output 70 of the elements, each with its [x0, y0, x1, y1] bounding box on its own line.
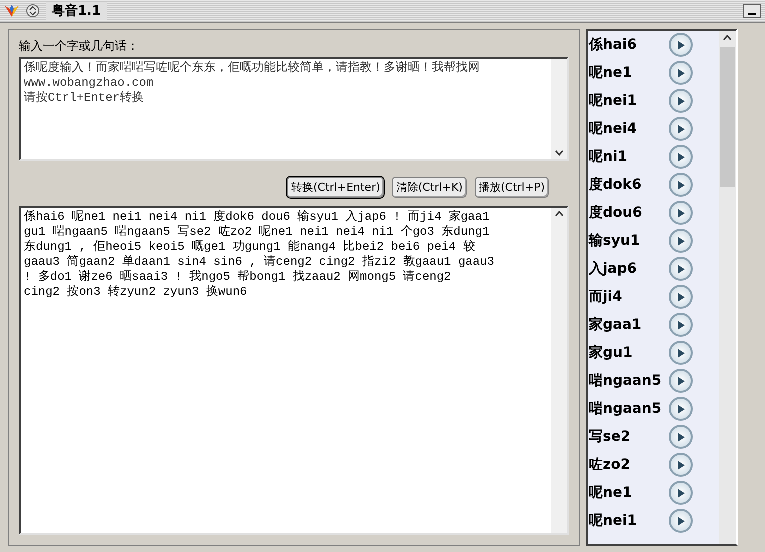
play-icon	[677, 488, 685, 498]
play-icon	[677, 124, 685, 134]
play-icon	[677, 96, 685, 106]
scroll-down-icon[interactable]	[554, 150, 564, 156]
scroll-thumb[interactable]	[720, 47, 735, 187]
syllable-label: 家gaa1	[589, 316, 642, 334]
syllable-label: 咗zo2	[589, 456, 631, 474]
menu-icon[interactable]	[26, 4, 40, 18]
syllable-label: 呢nei1	[589, 512, 638, 530]
window-title: 粤音1.1	[46, 2, 108, 20]
syllable-label: 入jap6	[589, 260, 638, 278]
play-icon	[677, 68, 685, 78]
play-button[interactable]	[669, 397, 693, 421]
play-button[interactable]	[669, 145, 693, 169]
syllable-label: 呢nei1	[589, 92, 638, 110]
play-icon	[677, 460, 685, 470]
play-icon	[677, 404, 685, 414]
syllable-label: 係hai6	[589, 36, 637, 54]
play-button[interactable]	[669, 453, 693, 477]
syllable-label: 输syu1	[589, 232, 640, 250]
syllable-label: 呢nei4	[589, 120, 638, 138]
play-icon	[677, 40, 685, 50]
play-button[interactable]	[669, 369, 693, 393]
play-button[interactable]	[669, 61, 693, 85]
play-button[interactable]	[669, 285, 693, 309]
play-icon	[677, 292, 685, 302]
play-icon	[677, 376, 685, 386]
output-field[interactable]: 係hai6 呢ne1 nei1 nei4 ni1 度dok6 dou6 输syu1 入jap6 ! 而ji4 家gaa1 gu1 啱ngaan5 啱ngaan5 写se2 咗zo2 呢ne1 nei1 nei4 ni1 个go3 东dung1 东dung1 , 佢heoi5 keoi5 嘅ge1 功gung1 能nang4 比bei2 bei6 pei4 较 gaau3 简gaan2 单daan1 sin4 sin6 , 请ceng2 cing2 指zi2 教gaau1 gaau3 ! 多do1 谢ze6 晒saai3 ! 我ngo5 帮bong1 找zaau2 网mong5 请ceng2 cing2 按on3 转zyun2 zyun3 换wun6	[19, 206, 569, 535]
scroll-up-icon[interactable]	[554, 210, 564, 217]
play-icon	[677, 236, 685, 246]
syllable-label: 呢ni1	[589, 148, 628, 166]
play-icon	[677, 516, 685, 526]
syllable-label: 度dok6	[589, 176, 642, 194]
scroll-up-icon[interactable]	[723, 35, 732, 41]
input-label: 输入一个字或几句话：	[19, 38, 140, 55]
scrollbar[interactable]	[719, 31, 736, 544]
syllable-label: 度dou6	[589, 204, 642, 222]
play-button[interactable]	[669, 33, 693, 57]
play-icon	[677, 432, 685, 442]
play-button[interactable]	[669, 89, 693, 113]
action-button[interactable]: 播放(Ctrl+P)	[474, 176, 549, 198]
app-icon	[4, 3, 20, 19]
play-button[interactable]	[669, 117, 693, 141]
play-icon	[677, 348, 685, 358]
play-icon	[677, 208, 685, 218]
play-button[interactable]	[669, 201, 693, 225]
play-button[interactable]	[669, 481, 693, 505]
input-field[interactable]: 係呢度输入！而家啱啱写咗呢个东东，佢嘅功能比较简单，请指教！多谢晒！我帮找网 www.wobangzhao.com 请按Ctrl+Enter转换	[19, 57, 569, 161]
syllable-label: 而ji4	[589, 288, 622, 306]
minimize-button[interactable]	[743, 4, 761, 18]
play-button[interactable]	[669, 313, 693, 337]
play-icon	[677, 264, 685, 274]
minimize-icon	[748, 13, 756, 15]
syllable-label: 家gu1	[589, 344, 633, 362]
syllable-label: 啱ngaan5	[589, 400, 662, 418]
play-button[interactable]	[669, 341, 693, 365]
play-icon	[677, 152, 685, 162]
play-icon	[677, 320, 685, 330]
syllable-label: 呢ne1	[589, 64, 632, 82]
play-button[interactable]	[669, 425, 693, 449]
play-icon	[677, 180, 685, 190]
syllable-label: 写se2	[589, 428, 631, 446]
action-button[interactable]: 转换(Ctrl+Enter)	[287, 176, 384, 198]
play-button[interactable]	[669, 509, 693, 533]
play-button[interactable]	[669, 173, 693, 197]
play-button[interactable]	[669, 229, 693, 253]
syllable-label: 呢ne1	[589, 484, 632, 502]
syllable-label: 啱ngaan5	[589, 372, 662, 390]
action-button[interactable]: 清除(Ctrl+K)	[392, 176, 467, 198]
play-button[interactable]	[669, 257, 693, 281]
